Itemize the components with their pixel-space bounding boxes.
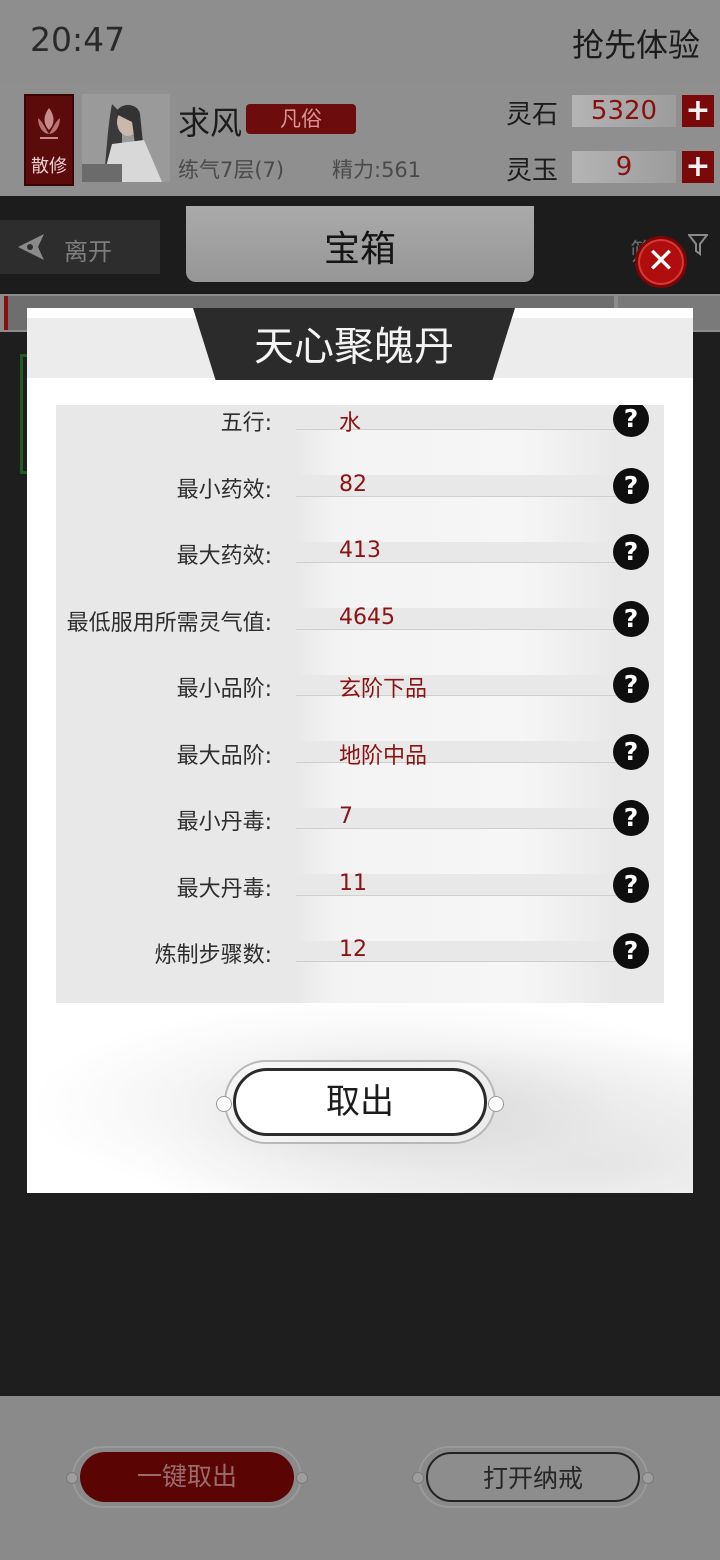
property-list: 五行: 水 ? 最小药效: 82 ? 最大药效: 413 ? 最低服用所需灵气值… [56,405,664,1003]
property-label: 最大品阶: [176,744,272,769]
property-row-min-toxicity: 最小丹毒: 7 ? [56,800,664,874]
status-bar: 20:47 抢先体验 [0,0,720,82]
take-out-button[interactable]: 取出 [233,1068,487,1136]
help-icon[interactable]: ? [613,667,649,703]
game-screen: 20:47 抢先体验 散修 求风 凡俗 练气7层(7) 精力:561 灵石 53… [0,0,720,1560]
item-detail-modal: 天心聚魄丹 ✕ 五行: 水 ? 最小药效: 82 ? 最大药效: 413 ? 最… [27,236,693,1193]
button-knob-right [488,1096,504,1112]
value-field-bg [296,828,616,874]
spirit-jade-value: 9 [572,151,676,183]
property-row-min-grade: 最小品阶: 玄阶下品 ? [56,667,664,741]
energy-value: 精力:561 [332,158,422,182]
help-icon[interactable]: ? [613,601,649,637]
button-knob-right [642,1472,654,1484]
modal-title: 天心聚魄丹 [254,324,454,370]
avatar[interactable] [82,94,170,182]
property-row-min-spirit-qi: 最低服用所需灵气值: 4645 ? [56,601,664,675]
help-icon[interactable]: ? [613,933,649,969]
bottom-bar: 一键取出 打开纳戒 [0,1396,720,1560]
lotus-emblem-icon [38,108,60,139]
help-icon[interactable]: ? [613,734,649,770]
take-all-button-frame: 一键取出 [66,1446,308,1508]
button-knob-left [216,1096,232,1112]
spirit-stone-label: 灵石 [506,100,559,130]
help-icon[interactable]: ? [613,534,649,570]
property-label: 最低服用所需灵气值: [66,611,272,636]
button-knob-left [412,1472,424,1484]
help-icon[interactable]: ? [613,468,649,504]
treasure-box-title-plate: 宝箱 [186,206,534,282]
close-button[interactable]: ✕ [635,236,687,288]
button-knob-right [296,1472,308,1484]
player-name: 求风 [178,104,243,142]
open-ring-button-frame: 打开纳戒 [412,1446,654,1508]
property-row-max-grade: 最大品阶: 地阶中品 ? [56,734,664,808]
cultivation-level: 练气7层(7) [178,158,285,182]
property-row-min-efficacy: 最小药效: 82 ? [56,468,664,542]
property-label: 五行: [220,411,272,436]
back-arrow-icon [18,234,44,260]
property-label: 最小品阶: [176,677,272,702]
add-spirit-stone-button[interactable]: + [682,95,714,127]
property-row-element: 五行: 水 ? [56,405,664,475]
rank-badge: 凡俗 [246,104,356,134]
property-value: 82 [339,472,367,497]
character-portrait-icon [82,94,170,182]
property-value: 7 [339,804,353,829]
value-field-bg [296,562,616,608]
property-value: 水 [339,411,362,436]
property-value: 12 [339,937,367,962]
player-header: 散修 求风 凡俗 练气7层(7) 精力:561 灵石 5320 + 灵玉 9 + [0,82,720,196]
early-access-label: 抢先体验 [571,26,700,64]
button-knob-left [66,1472,78,1484]
property-value: 地阶中品 [339,744,428,769]
property-row-max-toxicity: 最大丹毒: 11 ? [56,867,664,941]
property-row-refining-steps: 炼制步骤数: 12 ? [56,933,664,1003]
property-label: 最大药效: [176,544,272,569]
property-label: 最大丹毒: [176,877,272,902]
help-icon[interactable]: ? [613,405,649,437]
property-label: 最小药效: [176,478,272,503]
take-all-button[interactable]: 一键取出 [80,1452,294,1502]
add-spirit-jade-button[interactable]: + [682,151,714,183]
property-value: 413 [339,538,381,563]
property-label: 炼制步骤数: [154,943,272,968]
open-storage-ring-button[interactable]: 打开纳戒 [426,1452,640,1502]
sect-badge[interactable]: 散修 [24,94,74,186]
value-field-bg [296,961,616,1003]
property-label: 最小丹毒: [176,810,272,835]
property-value: 4645 [339,605,395,630]
property-row-max-efficacy: 最大药效: 413 ? [56,534,664,608]
spirit-stone-value: 5320 [572,95,676,127]
leave-label: 离开 [64,238,112,266]
property-value: 玄阶下品 [339,677,428,702]
tab-bar: 离开 宝箱 筛 [0,196,720,294]
help-icon[interactable]: ? [613,800,649,836]
sect-label: 散修 [31,156,67,177]
spirit-jade-label: 灵玉 [506,156,559,186]
page-title: 宝箱 [323,229,396,270]
status-time: 20:47 [30,20,126,59]
filter-icon[interactable] [688,234,708,256]
take-out-button-frame: 取出 [216,1060,504,1144]
leave-button[interactable]: 离开 [0,220,160,274]
help-icon[interactable]: ? [613,867,649,903]
close-icon: ✕ [646,241,676,281]
property-value: 11 [339,871,367,896]
